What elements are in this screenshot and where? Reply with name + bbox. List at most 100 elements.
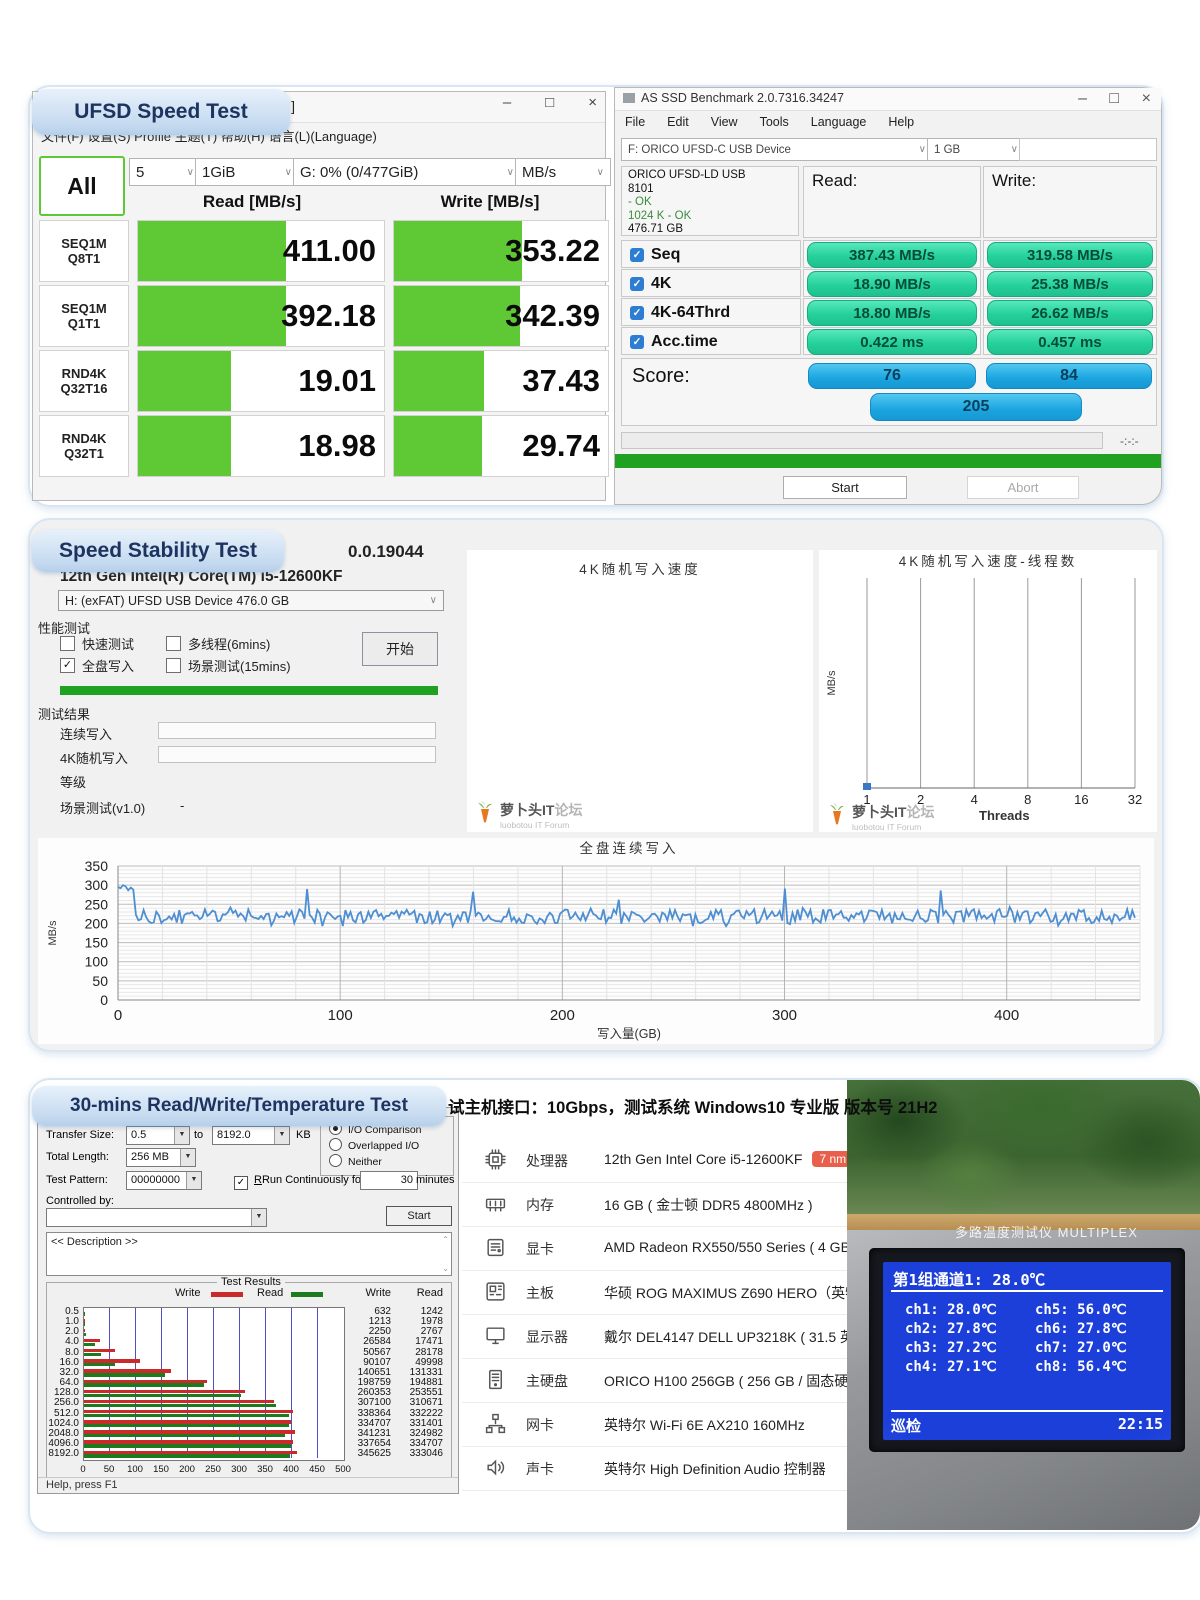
score-total-pill: 205 xyxy=(870,393,1082,421)
stability-checkbox[interactable]: 多线程(6mins) xyxy=(166,634,270,653)
minutes-input[interactable]: 30 xyxy=(360,1171,418,1190)
checkbox-checked-icon[interactable]: ✓ xyxy=(630,248,644,262)
checkbox-unchecked-icon[interactable] xyxy=(60,636,75,651)
spec-row-audio: 声卡英特尔 High Definition Audio 控制器 xyxy=(462,1446,847,1491)
score-read-pill: 76 xyxy=(808,363,976,389)
table-row: SEQ1MQ1T1392.18342.39 xyxy=(39,285,609,347)
write-value-pill: 25.38 MB/s xyxy=(987,271,1153,297)
spec-label: 声卡 xyxy=(526,1459,554,1479)
chevron-down-icon[interactable]: ▼ xyxy=(251,1209,266,1226)
checkbox-checked-icon[interactable]: ✓ xyxy=(630,277,644,291)
test-pattern-select[interactable]: 00000000▼ xyxy=(126,1171,202,1190)
cdm-all-button[interactable]: All xyxy=(39,156,125,216)
asssd-write-header-cell: Write: xyxy=(983,166,1157,238)
checkbox-checked-icon[interactable]: ✓ xyxy=(630,306,644,320)
scroll-up-icon[interactable]: ⌃ xyxy=(442,1235,449,1244)
chevron-down-icon[interactable]: ▼ xyxy=(274,1127,289,1144)
chevron-down-icon[interactable]: ▼ xyxy=(186,1172,201,1189)
row-label-cell: ✓4K-64Thrd xyxy=(621,298,801,326)
read-cell: 0.422 ms xyxy=(803,327,981,355)
test-name: SEQ1M xyxy=(61,236,107,251)
close-icon[interactable]: × xyxy=(588,94,597,111)
menu-item-edit[interactable]: Edit xyxy=(667,115,689,129)
stability-checkbox[interactable]: 场景测试(15mins) xyxy=(166,656,291,675)
test-results-group: Test Results WriteReadWriteRead050100150… xyxy=(46,1282,452,1480)
chevron-down-icon[interactable]: ▼ xyxy=(174,1127,189,1144)
svg-text:写入量(GB): 写入量(GB) xyxy=(597,1027,661,1041)
write-value: 37.43 xyxy=(522,363,600,399)
asssd-titlebar[interactable]: AS SSD Benchmark 2.0.7316.34247 – □ × xyxy=(615,88,1161,111)
total-length-select[interactable]: 256 MB▼ xyxy=(126,1148,196,1167)
scroll-down-icon[interactable]: ⌄ xyxy=(442,1264,449,1273)
description-box[interactable]: << Description >> ⌃ ⌄ xyxy=(46,1232,452,1276)
checkbox-checked-icon[interactable]: ✓ xyxy=(630,335,644,349)
cdm-unit-select[interactable]: MB/s∨ xyxy=(515,158,611,186)
read-cell: 387.43 MB/s xyxy=(803,240,981,268)
svg-text:50: 50 xyxy=(92,973,108,989)
menu-item-language[interactable]: Language xyxy=(811,115,867,129)
radio-option[interactable]: Neither xyxy=(329,1154,382,1168)
asssd-size-select[interactable]: 1 GB∨ xyxy=(927,138,1025,161)
checkbox-unchecked-icon[interactable] xyxy=(166,636,181,651)
motherboard-icon xyxy=(484,1280,507,1308)
seq-write-field[interactable] xyxy=(158,722,436,739)
checkbox-checked-icon[interactable]: ✓ xyxy=(234,1176,248,1190)
test-name: RND4K xyxy=(62,366,107,381)
read-bar xyxy=(84,1383,204,1386)
radio-option[interactable]: Overlapped I/O xyxy=(329,1138,419,1152)
write-cell: 319.58 MB/s xyxy=(983,240,1157,268)
write-result-cell: 353.22 xyxy=(393,220,609,282)
read-value: 18.98 xyxy=(298,428,376,464)
cdm-size-select[interactable]: 1GiB∨ xyxy=(195,158,299,186)
monitor-icon xyxy=(484,1324,507,1352)
stability-checkbox[interactable]: 快速测试 xyxy=(60,634,134,653)
minimize-icon[interactable]: – xyxy=(1078,90,1087,108)
run-continuously-checkbox[interactable]: ✓RRun Continuously for: xyxy=(234,1174,368,1190)
atto-start-button[interactable]: Start xyxy=(386,1206,452,1226)
menu-item-file[interactable]: File xyxy=(625,115,645,129)
checkbox-checked-icon[interactable]: ✓ xyxy=(60,658,75,673)
row-size-label: 8192.0 xyxy=(47,1448,79,1459)
row-label-cell: ✓Seq xyxy=(621,240,801,268)
rnd-write-chart-title: 4K随机写入速度 xyxy=(467,558,813,578)
stability-start-button[interactable]: 开始 xyxy=(362,632,438,666)
transfer-to-select[interactable]: 8192.0▼ xyxy=(212,1126,290,1145)
svg-text:全盘连续写入: 全盘连续写入 xyxy=(580,840,679,856)
maximize-icon[interactable]: □ xyxy=(545,94,554,111)
chevron-down-icon: ∨ xyxy=(919,144,926,155)
spec-label: 处理器 xyxy=(526,1151,568,1171)
svg-text:16: 16 xyxy=(1074,792,1088,807)
spec-label: 主硬盘 xyxy=(526,1371,568,1391)
threads-axis-label: Threads xyxy=(979,808,1030,823)
stability-drive-select[interactable]: H: (exFAT) UFSD USB Device 476.0 GB∨ xyxy=(58,590,444,611)
chevron-down-icon[interactable]: ▼ xyxy=(180,1149,195,1166)
os-version-fragment: 0.0.19044 xyxy=(348,542,424,562)
menu-item-help[interactable]: Help xyxy=(888,115,914,129)
asssd-abort-button[interactable]: Abort xyxy=(967,476,1079,499)
cdm-drive-select[interactable]: G: 0% (0/477GiB)∨ xyxy=(293,158,521,186)
asssd-drive-select[interactable]: F: ORICO UFSD-C USB Device∨ xyxy=(621,138,933,161)
asssd-start-button[interactable]: Start xyxy=(783,476,907,499)
spec-row-gpu: 显卡AMD Radeon RX550/550 Series ( 4 GB / A… xyxy=(462,1226,847,1271)
write-value-pill: 26.62 MB/s xyxy=(987,300,1153,326)
menu-item-view[interactable]: View xyxy=(711,115,738,129)
rnd-write-field[interactable] xyxy=(158,746,436,763)
cdm-results-table: SEQ1MQ8T1411.00353.22SEQ1MQ1T1392.18342.… xyxy=(39,220,609,480)
maximize-icon[interactable]: □ xyxy=(1109,90,1119,108)
cdm-count-select[interactable]: 5∨ xyxy=(129,158,201,186)
stability-checkbox[interactable]: ✓全盘写入 xyxy=(60,656,134,675)
controlled-by-select[interactable]: ▼ xyxy=(46,1208,267,1227)
minimize-icon[interactable]: – xyxy=(503,94,511,111)
radio-icon[interactable] xyxy=(329,1154,342,1167)
menu-item-tools[interactable]: Tools xyxy=(760,115,789,129)
transfer-from-select[interactable]: 0.5▼ xyxy=(126,1126,190,1145)
close-icon[interactable]: × xyxy=(1142,90,1151,108)
legend-read-label: Read xyxy=(257,1287,283,1299)
svg-text:100: 100 xyxy=(85,954,109,970)
channel-temp: ch3: 27.2℃ xyxy=(905,1340,997,1356)
device-name2: 8101 xyxy=(628,183,792,197)
asssd-time-display: -:-:- xyxy=(1120,434,1139,448)
checkbox-unchecked-icon[interactable] xyxy=(166,658,181,673)
radio-icon[interactable] xyxy=(329,1138,342,1151)
write-cell: 0.457 ms xyxy=(983,327,1157,355)
